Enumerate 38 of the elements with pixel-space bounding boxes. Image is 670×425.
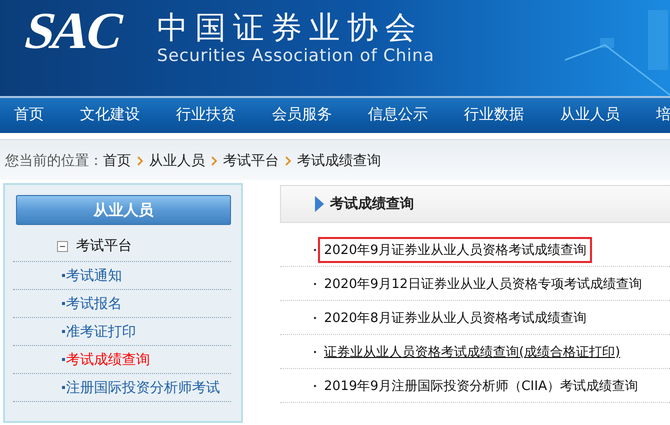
result-link[interactable]: 2020年9月证券业从业人员资格考试成绩查询: [318, 236, 592, 262]
section-title: 考试成绩查询: [330, 195, 414, 213]
result-link[interactable]: 2020年8月证券业从业人员资格考试成绩查询: [318, 304, 592, 330]
chevron-icon: [211, 156, 217, 166]
bullet-icon: [62, 330, 65, 333]
nav-link[interactable]: 会员服务: [272, 98, 332, 131]
breadcrumb-link[interactable]: 首页: [103, 152, 131, 170]
result-link[interactable]: 2019年9月注册国际投资分析师（CIIA）考试成绩查询: [318, 372, 644, 398]
nav-link[interactable]: 从业人员: [560, 98, 620, 131]
sidebar-link[interactable]: 考试成绩查询: [66, 350, 150, 368]
bullet-icon: [62, 358, 65, 361]
nav-link[interactable]: 文化建设: [80, 98, 140, 131]
breadcrumb-link[interactable]: 考试成绩查询: [297, 152, 381, 170]
sidebar-link[interactable]: 考试通知: [66, 266, 122, 284]
breadcrumb-link[interactable]: 从业人员: [149, 152, 205, 170]
result-link[interactable]: 2020年9月12日证券业从业人员资格专项考试成绩查询: [318, 270, 648, 296]
logo[interactable]: SAC: [11, 4, 136, 60]
nav-link[interactable]: 首页: [14, 98, 44, 131]
chevron-icon: [285, 156, 291, 166]
nav-link[interactable]: 行业数据: [464, 98, 524, 131]
triangle-icon: [315, 196, 324, 212]
bullet-icon: [62, 274, 65, 277]
sidebar-link[interactable]: 考试报名: [66, 294, 122, 312]
bullet-icon: [62, 302, 65, 305]
nav-link[interactable]: 行业扶贫: [176, 98, 236, 131]
site-subtitle: Securities Association of China: [157, 46, 434, 66]
sidebar-heading: 从业人员: [16, 195, 231, 225]
breadcrumb-link[interactable]: 考试平台: [223, 152, 279, 170]
result-link[interactable]: 证券业从业人员资格考试成绩查询(成绩合格证打印): [318, 338, 626, 364]
collapse-icon[interactable]: [57, 240, 68, 252]
sidebar-link[interactable]: 准考证打印: [66, 322, 136, 340]
sidebar-group[interactable]: 考试平台: [76, 237, 132, 255]
chevron-icon: [137, 156, 143, 166]
nav-link[interactable]: 信息公示: [368, 98, 428, 131]
sidebar-link[interactable]: 注册国际投资分析师考试: [66, 378, 220, 396]
bullet-icon: [62, 386, 65, 389]
breadcrumb-label: 您当前的位置：: [5, 152, 103, 170]
site-title: 中国证券业协会: [157, 10, 424, 46]
